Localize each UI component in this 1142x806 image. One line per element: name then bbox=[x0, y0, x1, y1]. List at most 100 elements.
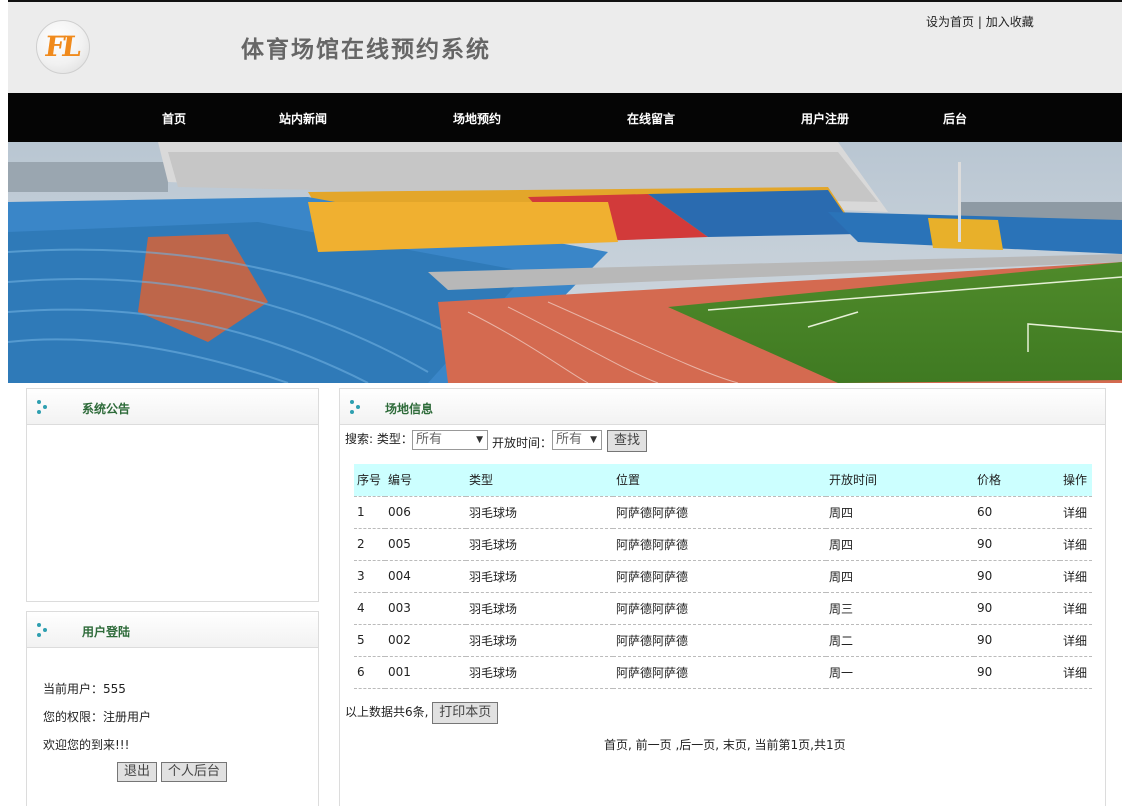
main-nav: 首页 站内新闻 场地预约 在线留言 用户注册 后台 bbox=[8, 93, 1122, 142]
cell-type: 羽毛球场 bbox=[466, 496, 613, 529]
table-row: 6 001 羽毛球场 阿萨德阿萨德 周一 90 详细 bbox=[354, 656, 1092, 689]
col-header-code: 编号 bbox=[385, 464, 466, 497]
notice-panel-header: 系统公告 bbox=[27, 389, 318, 425]
login-panel: 用户登陆 当前用户：555 您的权限：注册用户 欢迎您的到来!!! 退出 个人后… bbox=[26, 611, 319, 806]
chevron-down-icon: ▼ bbox=[590, 435, 597, 445]
cell-code: 003 bbox=[385, 592, 466, 625]
notice-panel: 系统公告 bbox=[26, 388, 319, 602]
detail-link[interactable]: 详细 bbox=[1060, 560, 1092, 593]
venue-panel: 场地信息 搜索: 类型： 所有 ▼ 开放时间： 所有 ▼ 查找 序号 编号 类型… bbox=[339, 388, 1106, 806]
pagination[interactable]: 首页, 前一页 ,后一页, 末页, 当前第1页,共1页 bbox=[604, 736, 846, 753]
cell-price: 90 bbox=[974, 592, 1060, 625]
col-header-type: 类型 bbox=[466, 464, 613, 497]
cell-code: 004 bbox=[385, 560, 466, 593]
total-row: 以上数据共6条, 打印本页 bbox=[345, 702, 499, 724]
type-select-value: 所有 bbox=[416, 432, 443, 447]
table-row: 4 003 羽毛球场 阿萨德阿萨德 周三 90 详细 bbox=[354, 592, 1092, 625]
open-time-select[interactable]: 所有 ▼ bbox=[552, 430, 602, 450]
cell-price: 60 bbox=[974, 496, 1060, 529]
cell-type: 羽毛球场 bbox=[466, 624, 613, 657]
total-count-text: 以上数据共6条, bbox=[345, 705, 429, 719]
search-bar: 搜索: 类型： bbox=[345, 430, 413, 447]
current-user-value: 555 bbox=[103, 682, 126, 696]
detail-link[interactable]: 详细 bbox=[1060, 656, 1092, 689]
bullet-dots-icon bbox=[350, 400, 362, 414]
welcome-text: 欢迎您的到来!!! bbox=[43, 738, 130, 752]
table-row: 2 005 羽毛球场 阿萨德阿萨德 周四 90 详细 bbox=[354, 528, 1092, 561]
detail-link[interactable]: 详细 bbox=[1060, 624, 1092, 657]
set-home-link[interactable]: 设为首页 bbox=[926, 15, 974, 29]
personal-backend-button[interactable]: 个人后台 bbox=[160, 762, 227, 782]
search-button[interactable]: 查找 bbox=[607, 430, 648, 452]
open-time-label: 开放时间： bbox=[492, 436, 553, 450]
cell-type: 羽毛球场 bbox=[466, 656, 613, 689]
permission-line: 您的权限：注册用户 bbox=[43, 708, 151, 725]
cell-location: 阿萨德阿萨德 bbox=[613, 528, 826, 561]
nav-item-news[interactable]: 站内新闻 bbox=[279, 110, 327, 127]
cell-open-time: 周三 bbox=[826, 592, 974, 625]
nav-item-admin[interactable]: 后台 bbox=[943, 110, 967, 127]
permission-value: 注册用户 bbox=[103, 710, 152, 724]
current-user-line: 当前用户：555 bbox=[43, 680, 126, 697]
table-header-row: 序号 编号 类型 位置 开放时间 价格 操作 bbox=[354, 464, 1092, 497]
cell-index: 6 bbox=[354, 656, 385, 689]
cell-location: 阿萨德阿萨德 bbox=[613, 624, 826, 657]
current-user-label: 当前用户： bbox=[43, 682, 104, 696]
venue-panel-header: 场地信息 bbox=[340, 389, 1105, 425]
cell-open-time: 周四 bbox=[826, 560, 974, 593]
bullet-dots-icon bbox=[37, 623, 49, 637]
stadium-banner-image bbox=[8, 142, 1122, 383]
cell-code: 006 bbox=[385, 496, 466, 529]
cell-open-time: 周四 bbox=[826, 528, 974, 561]
venue-table: 序号 编号 类型 位置 开放时间 价格 操作 1 006 羽毛球场 阿萨德阿萨德… bbox=[354, 464, 1092, 689]
login-panel-title: 用户登陆 bbox=[82, 625, 131, 639]
type-label: 类型： bbox=[376, 432, 413, 446]
table-row: 5 002 羽毛球场 阿萨德阿萨德 周二 90 详细 bbox=[354, 624, 1092, 657]
cell-price: 90 bbox=[974, 528, 1060, 561]
cell-type: 羽毛球场 bbox=[466, 528, 613, 561]
nav-item-message[interactable]: 在线留言 bbox=[627, 110, 675, 127]
table-row: 1 006 羽毛球场 阿萨德阿萨德 周四 60 详细 bbox=[354, 496, 1092, 529]
cell-location: 阿萨德阿萨德 bbox=[613, 656, 826, 689]
col-header-action: 操作 bbox=[1060, 464, 1092, 497]
nav-item-register[interactable]: 用户注册 bbox=[801, 110, 849, 127]
print-page-button[interactable]: 打印本页 bbox=[432, 702, 499, 724]
cell-price: 90 bbox=[974, 624, 1060, 657]
cell-index: 1 bbox=[354, 496, 385, 529]
permission-label: 您的权限： bbox=[43, 710, 104, 724]
detail-link[interactable]: 详细 bbox=[1060, 496, 1092, 529]
cell-code: 005 bbox=[385, 528, 466, 561]
stadium-illustration bbox=[8, 142, 1122, 383]
cell-code: 001 bbox=[385, 656, 466, 689]
search-label: 搜索: bbox=[345, 432, 374, 446]
cell-location: 阿萨德阿萨德 bbox=[613, 496, 826, 529]
bullet-dots-icon bbox=[37, 400, 49, 414]
cell-type: 羽毛球场 bbox=[466, 560, 613, 593]
cell-location: 阿萨德阿萨德 bbox=[613, 560, 826, 593]
logo-text: FL bbox=[42, 30, 81, 63]
cell-index: 3 bbox=[354, 560, 385, 593]
col-header-open-time: 开放时间 bbox=[826, 464, 974, 497]
detail-link[interactable]: 详细 bbox=[1060, 592, 1092, 625]
open-time-select-value: 所有 bbox=[556, 432, 583, 447]
site-header: FL 体育场馆在线预约系统 设为首页 | 加入收藏 bbox=[8, 0, 1122, 93]
link-separator: | bbox=[977, 15, 982, 29]
cell-index: 4 bbox=[354, 592, 385, 625]
cell-open-time: 周四 bbox=[826, 496, 974, 529]
col-header-location: 位置 bbox=[613, 464, 826, 497]
cell-location: 阿萨德阿萨德 bbox=[613, 592, 826, 625]
site-title: 体育场馆在线预约系统 bbox=[241, 36, 491, 63]
cell-open-time: 周二 bbox=[826, 624, 974, 657]
logout-button[interactable]: 退出 bbox=[117, 762, 158, 782]
col-header-index: 序号 bbox=[354, 464, 385, 497]
col-header-price: 价格 bbox=[974, 464, 1060, 497]
cell-index: 2 bbox=[354, 528, 385, 561]
site-logo: FL bbox=[36, 20, 90, 74]
detail-link[interactable]: 详细 bbox=[1060, 528, 1092, 561]
nav-item-booking[interactable]: 场地预约 bbox=[453, 110, 501, 127]
nav-item-home[interactable]: 首页 bbox=[162, 110, 186, 127]
type-select[interactable]: 所有 ▼ bbox=[412, 430, 488, 450]
add-favorite-link[interactable]: 加入收藏 bbox=[986, 15, 1034, 29]
cell-open-time: 周一 bbox=[826, 656, 974, 689]
login-panel-header: 用户登陆 bbox=[27, 612, 318, 648]
